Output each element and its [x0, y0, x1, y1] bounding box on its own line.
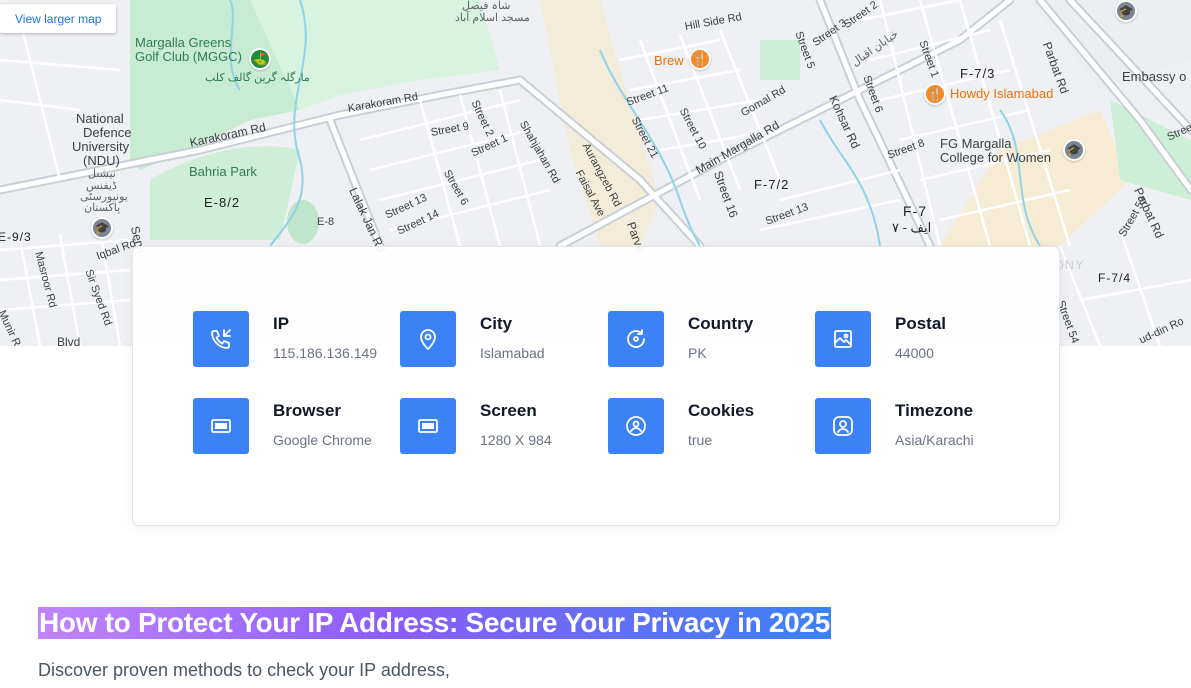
postal-label: Postal — [895, 314, 947, 333]
map-label-ndu-4: (NDU) — [83, 153, 120, 168]
country-label: Country — [688, 314, 754, 333]
map-label-f74: F-7/4 — [1098, 271, 1132, 285]
map-label-e93: E-9/3 — [0, 230, 32, 244]
info-item-city: City Islamabad — [400, 311, 600, 367]
map-label-ndu-urdu-4: پاکستان — [84, 202, 121, 214]
map-label-embassy: Embassy o — [1122, 69, 1187, 84]
country-value: PK — [688, 345, 707, 361]
map-label-shah-faisal-urdu-1: شاہ فیصل — [462, 0, 511, 12]
ip-value: 115.186.136.149 — [273, 345, 378, 361]
info-item-screen: Screen 1280 X 984 — [400, 398, 600, 454]
cookies-value: true — [688, 432, 713, 448]
map-label-golf-club: Golf Club (MGGC) — [135, 49, 242, 64]
screen-label: Screen — [480, 401, 537, 420]
city-label: City — [480, 314, 513, 333]
map-label-e8: E-8 — [317, 216, 335, 228]
golf-club-pin-icon[interactable]: ⛳ — [249, 48, 271, 70]
university-pin-icon[interactable]: 🎓 — [1115, 0, 1137, 22]
map-label-bahria-park: Bahria Park — [189, 164, 257, 179]
cookies-label: Cookies — [688, 401, 755, 420]
map-label-golf-club-urdu: مارگلہ گرین گالف کلب — [205, 72, 310, 84]
city-value: Islamabad — [480, 345, 545, 361]
map-label-ndu-urdu-1: نیشنل — [88, 168, 116, 180]
map-label-blvd: Blvd — [57, 335, 81, 346]
view-larger-map-link[interactable]: View larger map — [0, 4, 117, 33]
ip-label: IP — [273, 314, 290, 333]
map-label-e82: E-8/2 — [204, 195, 241, 210]
info-item-browser: Browser Google Chrome — [193, 398, 393, 454]
info-item-country: Country PK — [608, 311, 808, 367]
map-label-f73: F-7/3 — [960, 66, 996, 81]
map-label-howdy-islamabad: Howdy Islamabad — [950, 86, 1054, 101]
map-label-fg-margalla-2: College for Women — [940, 150, 1052, 165]
info-item-timezone: Timezone Asia/Karachi — [815, 398, 1015, 454]
howdy-restaurant-pin-icon[interactable]: 🍴 — [924, 83, 946, 105]
map-label-shah-faisal-urdu-2: مسجد اسلام آباد — [455, 12, 530, 24]
screen-value: 1280 X 984 — [480, 432, 552, 448]
article-intro: Discover proven methods to check your IP… — [38, 660, 450, 680]
info-item-postal: Postal 44000 — [815, 311, 1015, 367]
timezone-value: Asia/Karachi — [895, 432, 974, 448]
screen-icon — [400, 398, 456, 454]
image-mail-icon — [815, 311, 871, 367]
user-frame-icon — [815, 398, 871, 454]
map-label-f72: F-7/2 — [754, 177, 790, 192]
map-label-f7-urdu: ایف - ۷ — [892, 220, 932, 235]
timezone-label: Timezone — [895, 401, 974, 420]
school-pin-icon[interactable]: 🎓 — [91, 217, 113, 239]
browser-value: Google Chrome — [273, 432, 372, 448]
browser-label: Browser — [273, 401, 342, 420]
info-item-cookies: Cookies true — [608, 398, 808, 454]
cookie-user-icon — [608, 398, 664, 454]
ip-info-card: IP 115.186.136.149 City Islamabad Countr… — [132, 246, 1060, 526]
map-label-brew: Brew — [654, 53, 684, 68]
globe-refresh-icon — [608, 311, 664, 367]
browser-window-icon — [193, 398, 249, 454]
postal-value: 44000 — [895, 345, 934, 361]
article-headline: How to Protect Your IP Address: Secure Y… — [38, 607, 831, 639]
brew-restaurant-pin-icon[interactable]: 🍴 — [689, 48, 711, 70]
map-pin-icon — [400, 311, 456, 367]
phone-incoming-icon — [193, 311, 249, 367]
map-label-f7: F-7 — [903, 203, 927, 219]
college-pin-icon[interactable]: 🎓 — [1063, 139, 1085, 161]
info-item-ip: IP 115.186.136.149 — [193, 311, 393, 367]
